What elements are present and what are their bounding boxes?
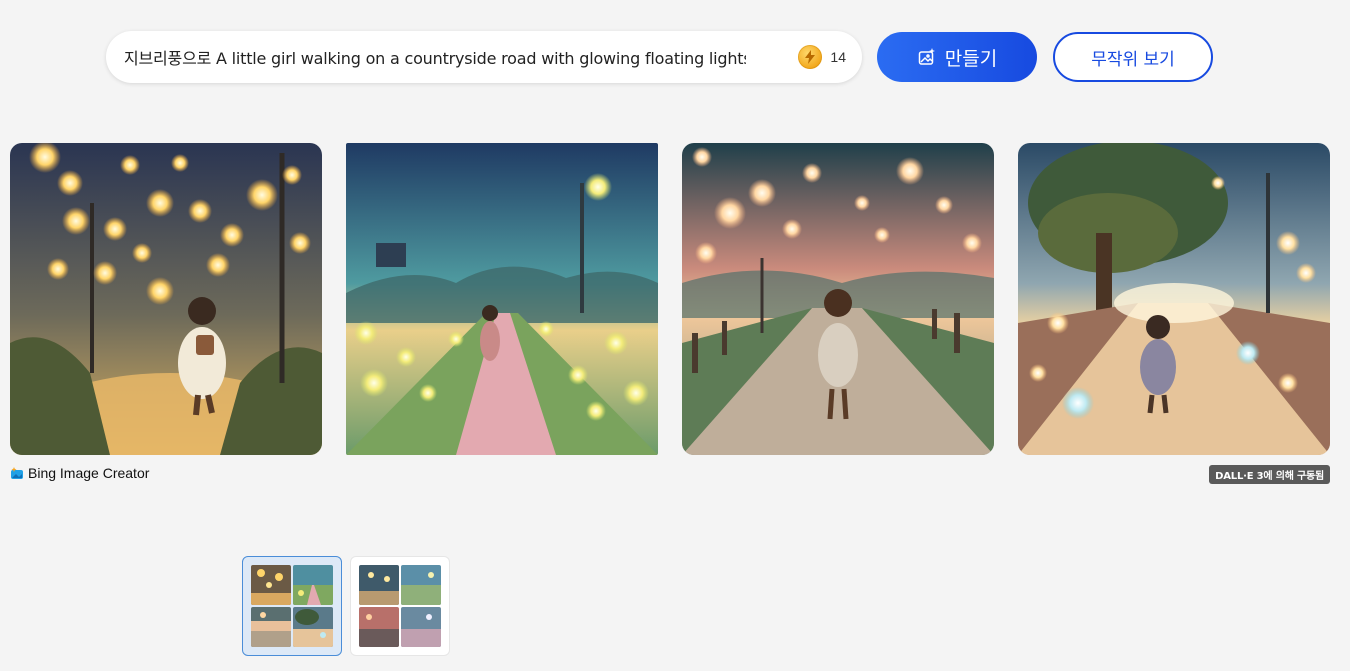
lightning-coin-icon [798,45,823,69]
create-button-label: 만들기 [944,47,998,70]
image-sparkle-icon [918,48,935,65]
creator-label: Bing Image Creator [28,465,150,481]
thumbnail-image [293,565,333,605]
create-button[interactable]: 만들기 [877,32,1037,82]
result-image-2[interactable] [346,143,658,455]
history-thumbnail-2[interactable] [350,556,450,656]
prompt-text[interactable]: 지브리풍으로 A little girl walking on a countr… [124,45,746,69]
history-thumbnail-1[interactable] [242,556,342,656]
thumbnail-image [359,565,399,605]
thumbnail-image [251,565,291,605]
creator-attribution: Bing Image Creator [10,465,149,481]
powered-by-badge: DALL·E 3에 의해 구동됨 [1209,465,1330,484]
boost-indicator[interactable]: 14 [798,45,846,69]
boost-count: 14 [830,49,846,65]
result-image-4[interactable] [1018,143,1330,455]
surprise-me-button[interactable]: 무작위 보기 [1053,32,1213,82]
result-image-3[interactable] [682,143,994,455]
prompt-input[interactable]: 지브리풍으로 A little girl walking on a countr… [106,31,862,83]
thumbnail-image [359,607,399,647]
result-image-1[interactable] [10,143,322,455]
thumbnail-image [293,607,333,647]
thumbnail-image [251,607,291,647]
bing-creator-icon [11,467,23,479]
thumbnail-image [401,607,441,647]
thumbnail-image [401,565,441,605]
surprise-me-label: 무작위 보기 [1091,49,1175,70]
